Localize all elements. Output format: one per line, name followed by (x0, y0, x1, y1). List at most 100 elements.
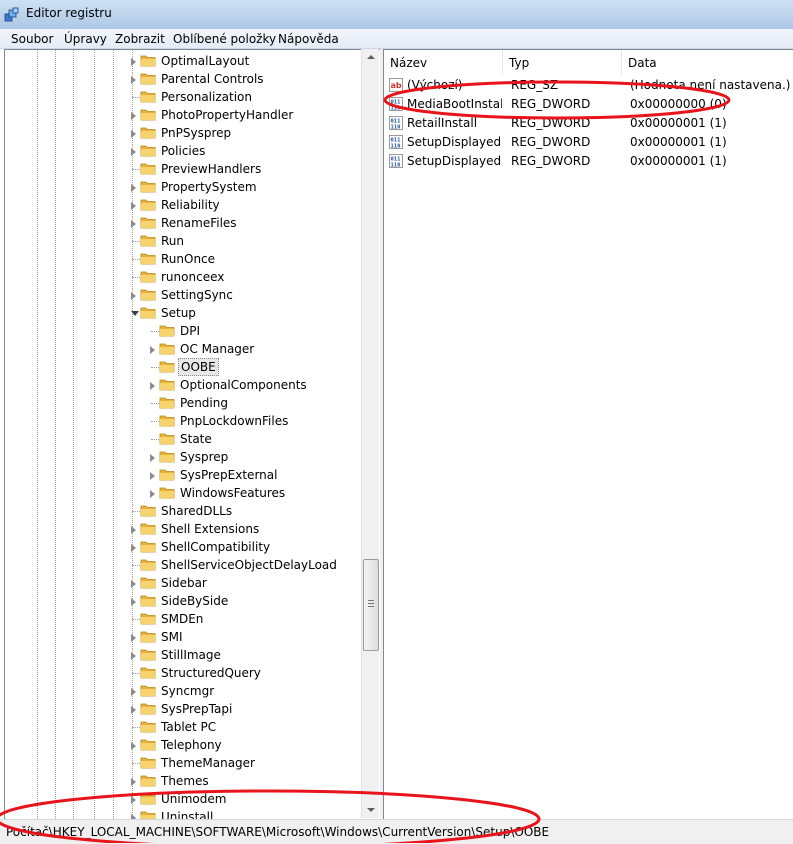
tree-node[interactable]: Sidebar (5, 574, 365, 592)
tree-node[interactable]: PnpLockdownFiles (5, 412, 365, 430)
menu-view[interactable]: Zobrazit (115, 32, 165, 46)
tree-node[interactable]: Shell Extensions (5, 520, 365, 538)
expand-arrow-icon[interactable] (150, 382, 155, 390)
expand-arrow-icon[interactable] (131, 184, 136, 192)
expand-arrow-icon[interactable] (131, 148, 136, 156)
key-tree[interactable]: OptimalLayout Parental Controls Personaliz… (4, 49, 381, 820)
expand-arrow-icon[interactable] (150, 472, 155, 480)
expand-arrow-icon[interactable] (131, 742, 136, 750)
expand-arrow-icon[interactable] (131, 706, 136, 714)
tree-node[interactable]: Tablet PC (5, 718, 365, 736)
scroll-up-arrow-icon[interactable] (367, 55, 375, 59)
folder-icon (140, 648, 156, 661)
tree-node[interactable]: PhotoPropertyHandler (5, 106, 365, 124)
folder-icon (140, 144, 156, 157)
tree-node[interactable]: Personalization (5, 88, 365, 106)
menu-favorites[interactable]: Oblíbené položky (173, 32, 276, 46)
tree-node[interactable]: Run (5, 232, 365, 250)
tree-node[interactable]: OOBE (5, 358, 365, 376)
value-row[interactable]: 011110 SetupDisplayedE... REG_DWORD 0x00000… (384, 133, 793, 152)
tree-node[interactable]: SideBySide (5, 592, 365, 610)
tree-node[interactable]: Syncmgr (5, 682, 365, 700)
value-row[interactable]: ab (Výchozí) REG_SZ (Hodnota není nastavena… (384, 76, 793, 95)
tree-node[interactable]: OptionalComponents (5, 376, 365, 394)
tree-node[interactable]: PreviewHandlers (5, 160, 365, 178)
tree-node[interactable]: StillImage (5, 646, 365, 664)
tree-node[interactable]: Pending (5, 394, 365, 412)
tree-node[interactable]: SysPrepTapi (5, 700, 365, 718)
expand-arrow-icon[interactable] (150, 490, 155, 498)
tree-scrollbar[interactable] (361, 49, 379, 818)
expand-arrow-icon[interactable] (131, 544, 136, 552)
tree-node[interactable]: SettingSync (5, 286, 365, 304)
column-header-name[interactable]: Název (384, 50, 503, 74)
tree-node[interactable]: State (5, 430, 365, 448)
expand-arrow-icon[interactable] (131, 112, 136, 120)
tree-node[interactable]: Telephony (5, 736, 365, 754)
values-list[interactable]: Název Typ Data ab (Výchozí) REG_SZ (Hodnota… (383, 49, 793, 820)
folder-icon (140, 522, 156, 535)
value-row[interactable]: 011110 SetupDisplayedL... REG_DWORD 0x00000… (384, 152, 793, 171)
expand-arrow-icon[interactable] (131, 652, 136, 660)
menu-bar: Soubor Úpravy Zobrazit Oblíbené položky … (0, 29, 793, 49)
expand-arrow-icon[interactable] (131, 292, 136, 300)
tree-node[interactable]: Reliability (5, 196, 365, 214)
tree-connector (132, 565, 140, 566)
expand-arrow-icon[interactable] (150, 454, 155, 462)
tree-node[interactable]: SMDEn (5, 610, 365, 628)
expand-arrow-icon[interactable] (131, 220, 136, 228)
column-header-data[interactable]: Data (622, 50, 793, 74)
tree-node[interactable]: ShellCompatibility (5, 538, 365, 556)
tree-node[interactable]: OptimalLayout (5, 52, 365, 70)
folder-icon (140, 594, 156, 607)
expand-arrow-icon[interactable] (131, 58, 136, 66)
tree-node[interactable]: Themes (5, 772, 365, 790)
tree-node-label: PnpLockdownFiles (180, 414, 289, 428)
collapse-arrow-icon[interactable] (131, 311, 139, 316)
tree-connector (151, 439, 159, 440)
tree-node[interactable]: ThemeManager (5, 754, 365, 772)
scroll-down-arrow-icon[interactable] (367, 808, 375, 812)
value-row[interactable]: 011 110 RetailInstall REG_DWORD 0x00000001 (… (384, 114, 793, 133)
tree-node[interactable]: DPI (5, 322, 365, 340)
column-header-type[interactable]: Typ (503, 50, 622, 74)
tree-node[interactable]: ShellServiceObjectDelayLoad (5, 556, 365, 574)
tree-node[interactable]: Unimodem (5, 790, 365, 808)
value-row[interactable]: 011 110 MediaBootInstall REG_DWORD 0x0000000… (384, 95, 793, 114)
menu-help[interactable]: Nápověda (278, 32, 339, 46)
tree-node-label: OptimalLayout (161, 54, 250, 68)
tree-node-label: Run (161, 234, 185, 248)
tree-node[interactable]: Setup (5, 304, 365, 322)
tree-node[interactable]: Sysprep (5, 448, 365, 466)
tree-node[interactable]: PnPSysprep (5, 124, 365, 142)
tree-node[interactable]: SysPrepExternal (5, 466, 365, 484)
expand-arrow-icon[interactable] (131, 634, 136, 642)
tree-node[interactable]: Policies (5, 142, 365, 160)
scroll-thumb[interactable] (363, 559, 379, 651)
tree-node[interactable]: SharedDLLs (5, 502, 365, 520)
tree-node[interactable]: RunOnce (5, 250, 365, 268)
folder-icon (140, 558, 156, 571)
expand-arrow-icon[interactable] (131, 76, 136, 84)
tree-node[interactable]: OC Manager (5, 340, 365, 358)
expand-arrow-icon[interactable] (131, 526, 136, 534)
menu-file[interactable]: Soubor (11, 32, 53, 46)
folder-icon (140, 720, 156, 733)
expand-arrow-icon[interactable] (131, 130, 136, 138)
expand-arrow-icon[interactable] (131, 688, 136, 696)
expand-arrow-icon[interactable] (150, 346, 155, 354)
tree-node[interactable]: StructuredQuery (5, 664, 365, 682)
expand-arrow-icon[interactable] (131, 598, 136, 606)
tree-node[interactable]: runonceex (5, 268, 365, 286)
tree-node[interactable]: Parental Controls (5, 70, 365, 88)
tree-node[interactable]: PropertySystem (5, 178, 365, 196)
tree-node[interactable]: SMI (5, 628, 365, 646)
expand-arrow-icon[interactable] (131, 580, 136, 588)
menu-edit[interactable]: Úpravy (64, 32, 107, 46)
expand-arrow-icon[interactable] (131, 202, 136, 210)
expand-arrow-icon[interactable] (131, 796, 136, 804)
folder-icon (140, 198, 156, 211)
tree-node[interactable]: RenameFiles (5, 214, 365, 232)
expand-arrow-icon[interactable] (131, 778, 136, 786)
tree-node[interactable]: WindowsFeatures (5, 484, 365, 502)
